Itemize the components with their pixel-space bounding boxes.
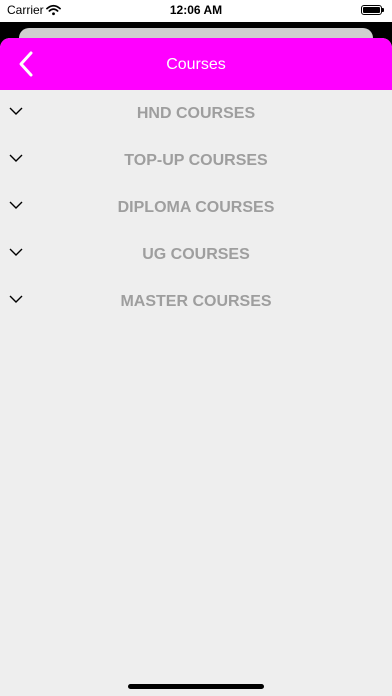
battery-icon <box>361 5 384 15</box>
course-category-hnd[interactable]: HND COURSES <box>0 90 392 137</box>
page-title: Courses <box>166 56 226 73</box>
course-category-ug[interactable]: UG COURSES <box>0 231 392 278</box>
status-bar: Carrier 12:06 AM <box>0 0 392 22</box>
course-category-label: HND COURSES <box>136 105 256 122</box>
courses-sheet: Courses HND COURSES TOP-UP COURSES DIPLO… <box>0 38 392 696</box>
course-category-label: TOP-UP COURSES <box>124 152 268 169</box>
course-category-label: MASTER COURSES <box>120 293 272 310</box>
course-category-label: UG COURSES <box>142 246 250 263</box>
course-category-top-up[interactable]: TOP-UP COURSES <box>0 137 392 184</box>
course-category-diploma[interactable]: DIPLOMA COURSES <box>0 184 392 231</box>
home-indicator <box>128 684 264 689</box>
course-category-master[interactable]: MASTER COURSES <box>0 278 392 325</box>
navigation-bar: Courses <box>0 38 392 90</box>
course-category-label: DIPLOMA COURSES <box>117 199 275 216</box>
status-time: 12:06 AM <box>169 3 223 17</box>
courses-list: HND COURSES TOP-UP COURSES DIPLOMA COURS… <box>0 90 392 325</box>
